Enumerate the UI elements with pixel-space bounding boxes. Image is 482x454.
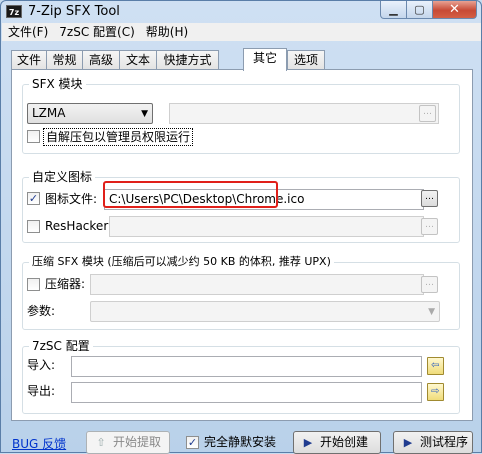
tab-text[interactable]: 文本: [119, 50, 157, 70]
menu-file[interactable]: 文件(F): [2, 23, 53, 41]
icon-file-label: 图标文件:: [45, 192, 98, 206]
group-title-compress-sfx: 压缩 SFX 模块 (压缩后可以减少约 50 KB 的体积, 推荐 UPX): [29, 255, 334, 269]
tab-file[interactable]: 文件: [11, 50, 47, 70]
group-sfx-module: SFX 模块 LZMA ▼ … 自解压包以管理员权限运行: [22, 77, 460, 154]
menu-7zsc-config[interactable]: 7zSC 配置(C): [53, 23, 140, 41]
arrow-up-icon: ⇧: [96, 436, 106, 449]
test-program-button[interactable]: ▶ 测试程序: [393, 431, 473, 454]
compressor-browse-button[interactable]: …: [421, 276, 438, 293]
sfx-module-browse-button[interactable]: …: [419, 105, 436, 122]
silent-install-checkbox[interactable]: ✓: [186, 436, 199, 449]
maximize-icon: ▢: [414, 3, 425, 16]
run-as-admin-checkbox[interactable]: [27, 130, 40, 143]
bug-report-link[interactable]: BUG 反馈: [12, 435, 66, 452]
tab-shortcut[interactable]: 快捷方式: [156, 50, 219, 70]
icon-file-checkbox[interactable]: ✓: [27, 192, 40, 205]
sfx-module-path-input[interactable]: [169, 103, 439, 124]
app-window: 7z 7-Zip SFX Tool ▁ ▢ ✕ 文件(F) 7zSC 配置(C)…: [0, 0, 482, 454]
params-label: 参数:: [27, 304, 56, 318]
silent-install-label: 完全静默安装: [204, 435, 277, 449]
start-extract-label: 开始提取: [113, 435, 162, 449]
play-icon: ▶: [303, 436, 313, 449]
compressor-input[interactable]: [90, 274, 424, 295]
tab-advanced[interactable]: 高级: [82, 50, 120, 70]
group-custom-icon: 自定义图标 ✓ 图标文件: C:\Users\PC\Desktop\Chrome…: [22, 170, 460, 243]
highlight-annotation: [103, 181, 278, 208]
start-create-label: 开始创建: [320, 435, 369, 449]
reshacker-checkbox[interactable]: [27, 220, 40, 233]
import-label: 导入:: [27, 358, 56, 372]
export-label: 导出:: [27, 384, 56, 398]
params-select[interactable]: ▼: [90, 301, 440, 322]
test-program-label: 测试程序: [420, 435, 469, 449]
chevron-down-icon: ▼: [141, 109, 148, 119]
app-logo-icon: 7z: [6, 5, 22, 18]
close-icon: ✕: [449, 2, 460, 17]
sfx-module-select[interactable]: LZMA ▼: [27, 103, 153, 124]
start-create-button[interactable]: ▶ 开始创建: [293, 431, 381, 454]
import-input[interactable]: [71, 356, 422, 377]
group-title-7zsc-config: 7zSC 配置: [29, 339, 93, 353]
import-file-icon[interactable]: ⇦: [427, 357, 444, 375]
tab-other[interactable]: 其它: [243, 48, 287, 71]
export-input[interactable]: [71, 382, 422, 403]
menu-bar: 文件(F) 7zSC 配置(C) 帮助(H): [2, 23, 481, 41]
reshacker-browse-button[interactable]: …: [421, 218, 438, 235]
run-as-admin-label: 自解压包以管理员权限运行: [43, 128, 194, 146]
window-title: 7-Zip SFX Tool: [28, 4, 120, 19]
group-title-custom-icon: 自定义图标: [29, 170, 96, 184]
compressor-checkbox[interactable]: [27, 278, 40, 291]
tab-panel-other: SFX 模块 LZMA ▼ … 自解压包以管理员权限运行 自定义图标 ✓ 图标文…: [11, 69, 473, 421]
group-title-sfx-module: SFX 模块: [29, 77, 86, 91]
sfx-module-selected: LZMA: [32, 106, 66, 120]
export-file-icon[interactable]: ⇨: [427, 383, 444, 401]
tab-options[interactable]: 选项: [287, 50, 325, 70]
icon-file-browse-button[interactable]: …: [421, 190, 438, 207]
group-7zsc-config: 7zSC 配置 导入: ⇦ 导出: ⇨: [22, 339, 460, 414]
minimize-button[interactable]: ▁: [380, 1, 407, 19]
reshacker-input[interactable]: [109, 216, 424, 237]
play-icon: ▶: [403, 436, 413, 449]
close-button[interactable]: ✕: [433, 1, 477, 19]
window-controls: ▁ ▢ ✕: [380, 1, 477, 19]
maximize-button[interactable]: ▢: [407, 1, 433, 19]
title-bar[interactable]: 7z 7-Zip SFX Tool ▁ ▢ ✕: [1, 1, 481, 23]
compressor-label: 压缩器:: [45, 277, 86, 291]
chevron-down-icon: ▼: [428, 307, 435, 317]
reshacker-label: ResHacker:: [45, 219, 113, 233]
minimize-icon: ▁: [389, 3, 398, 16]
menu-help[interactable]: 帮助(H): [140, 23, 193, 41]
group-compress-sfx: 压缩 SFX 模块 (压缩后可以减少约 50 KB 的体积, 推荐 UPX) 压…: [22, 255, 460, 330]
start-extract-button[interactable]: ⇧ 开始提取: [86, 431, 170, 454]
tab-general[interactable]: 常规: [46, 50, 83, 70]
